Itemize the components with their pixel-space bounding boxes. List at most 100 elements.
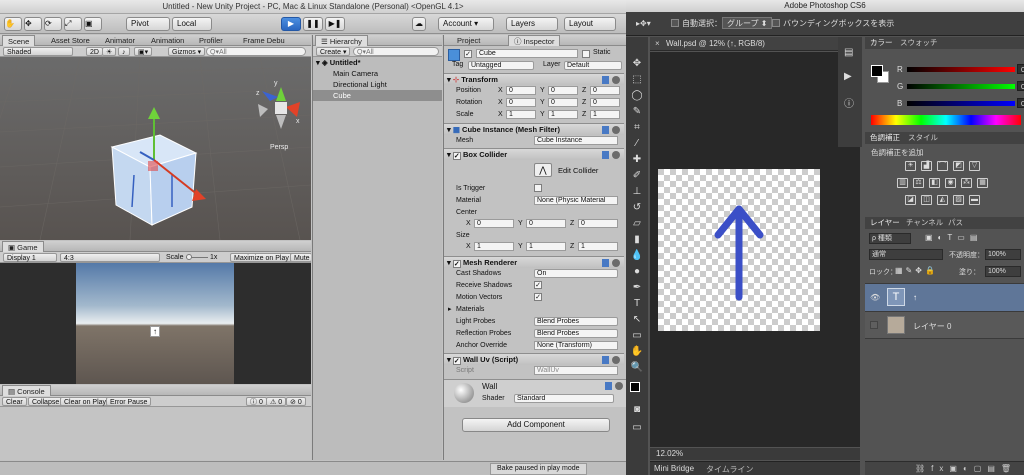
b-value[interactable]: 0 [1017, 98, 1024, 108]
materials-row[interactable]: ▸ Materials [444, 304, 624, 315]
materials-foldout-icon[interactable]: ▸ [448, 304, 452, 315]
path-select-tool-icon[interactable]: ↖ [630, 313, 644, 327]
help-icon[interactable] [602, 151, 609, 159]
add-component-button[interactable]: Add Component [462, 418, 610, 432]
layer-dropdown[interactable]: Default [564, 61, 622, 70]
layer-kind-filter[interactable]: ρ 種類 [869, 233, 911, 244]
color-spectrum-bar[interactable] [871, 115, 1021, 125]
eyedropper-tool-icon[interactable]: ⁄ [630, 137, 644, 151]
pos-z-field[interactable]: 0 [590, 86, 620, 95]
help-icon[interactable] [602, 259, 609, 267]
g-value[interactable]: 0 [1017, 81, 1024, 91]
tab-styles[interactable]: スタイル [905, 132, 941, 143]
pos-x-field[interactable]: 0 [506, 86, 536, 95]
local-button[interactable]: Local [172, 17, 212, 31]
help-icon[interactable] [602, 356, 609, 364]
tab-adjustments[interactable]: 色調補正 [867, 132, 903, 143]
scene-viewport[interactable]: y x z Persp [0, 57, 311, 240]
is-trigger-checkbox[interactable] [534, 184, 542, 192]
cloud-icon[interactable]: ☁ [412, 17, 426, 31]
shading-mode-dropdown[interactable]: Shaded [3, 47, 73, 56]
blur-tool-icon[interactable]: 💧 [630, 249, 644, 263]
pen-tool-icon[interactable]: ✒ [630, 281, 644, 295]
layer-row-text[interactable]: 👁 T ↑ [865, 283, 1024, 311]
gear-icon[interactable] [612, 356, 620, 364]
invert-icon[interactable]: ◪ [905, 195, 916, 205]
object-name-field[interactable]: Cube [476, 49, 578, 58]
timeline-tab[interactable]: タイムライン [706, 464, 753, 475]
layer-footer-icons[interactable]: ⛓fx▣◐▢▤🗑 [915, 464, 1017, 473]
transform-header[interactable]: ▾ ⊹ Transform [444, 73, 624, 85]
crop-tool-icon[interactable]: ⌗ [630, 121, 644, 135]
eraser-tool-icon[interactable]: ▱ [630, 217, 644, 231]
zoom-tool-icon[interactable]: 🔍 [630, 361, 644, 375]
tab-layers[interactable]: レイヤー [867, 217, 903, 228]
history-brush-tool-icon[interactable]: ↺ [630, 201, 644, 215]
quick-select-tool-icon[interactable]: ✎ [630, 105, 644, 119]
tab-channels[interactable]: チャンネル [903, 217, 946, 228]
foreground-color-swatch[interactable] [630, 382, 640, 392]
edit-collider-button[interactable]: ⋀ [534, 163, 552, 177]
scene-search-input[interactable]: Q▾All [206, 47, 306, 56]
gear-icon[interactable] [612, 151, 620, 159]
size-y-field[interactable]: 1 [526, 242, 566, 251]
hand-tool-icon[interactable]: ✋ [630, 345, 644, 359]
color-foreground-swatch[interactable] [871, 65, 883, 77]
gear-icon[interactable] [612, 259, 620, 267]
actions-panel-icon[interactable]: ▶ [844, 71, 852, 82]
curves-icon[interactable]: ⌒ [937, 161, 948, 171]
hierarchy-scene-root[interactable]: ▾ ◈ Untitled* [313, 57, 442, 68]
black-white-icon[interactable]: ◧ [929, 178, 940, 188]
persp-label[interactable]: Persp [270, 144, 288, 151]
opacity-value[interactable]: 100% [985, 249, 1021, 260]
move-tool-icon[interactable]: ✥ [630, 57, 644, 71]
console-collapse-toggle[interactable]: Collapse [28, 397, 64, 406]
healing-tool-icon[interactable]: ✚ [630, 153, 644, 167]
center-x-field[interactable]: 0 [474, 219, 514, 228]
help-icon[interactable] [602, 126, 609, 134]
color-lookup-icon[interactable]: ▦ [977, 178, 988, 188]
tab-hierarchy[interactable]: ☰ Hierarchy [315, 35, 368, 46]
tab-swatches[interactable]: スウォッチ [897, 37, 941, 48]
audio-toggle-icon[interactable]: ♪ [118, 47, 130, 56]
error-count-toggle[interactable]: ⊘ 0 [286, 397, 306, 406]
lock-icons[interactable]: ▦✎✥🔒 [895, 266, 938, 275]
game-view[interactable]: ↑ [76, 263, 234, 384]
tab-asset-store[interactable]: Asset Store [46, 35, 95, 46]
mesh-renderer-enabled-checkbox[interactable]: ✓ [452, 260, 461, 268]
stamp-tool-icon[interactable]: ⊥ [630, 185, 644, 199]
scl-x-field[interactable]: 1 [506, 110, 536, 119]
gear-icon[interactable] [615, 382, 623, 390]
tab-paths[interactable]: パス [945, 217, 966, 228]
info-panel-icon[interactable]: ⓘ [844, 95, 854, 110]
console-clear-button[interactable]: Clear [2, 397, 27, 406]
move-tool-preset-icon[interactable]: ▸✥▾ [636, 19, 651, 28]
r-slider[interactable] [907, 67, 1015, 72]
reflection-probes-dropdown[interactable]: Blend Probes [534, 329, 618, 338]
shader-dropdown[interactable]: Standard [514, 394, 614, 403]
mute-audio-toggle[interactable]: Mute a [290, 253, 311, 262]
auto-select-dropdown[interactable]: グループ ⬍ [722, 17, 773, 29]
2d-toggle[interactable]: 2D [86, 47, 103, 56]
layers-dropdown[interactable]: Layers [506, 17, 558, 31]
tab-animation[interactable]: Animation [146, 35, 189, 46]
close-tab-icon[interactable]: × [655, 39, 660, 48]
display-dropdown[interactable]: Display 1 [3, 253, 57, 262]
tab-game[interactable]: ▣ Game [2, 241, 44, 252]
channel-mixer-icon[interactable]: ⁂ [961, 178, 972, 188]
center-z-field[interactable]: 0 [578, 219, 618, 228]
hierarchy-item-cube[interactable]: Cube [313, 90, 442, 101]
document-canvas-area[interactable] [650, 52, 860, 447]
tab-scene[interactable]: Scene [2, 35, 36, 46]
document-tab[interactable]: × Wall.psd @ 12% (↑, RGB/8) [650, 37, 860, 51]
step-button[interactable]: ▶❚ [325, 17, 345, 31]
posterize-icon[interactable]: ◫ [921, 195, 932, 205]
layer-name[interactable]: レイヤー 0 [913, 321, 951, 332]
bbox-checkbox[interactable] [772, 19, 780, 27]
hierarchy-item-directional-light[interactable]: Directional Light [313, 79, 442, 90]
pivot-button[interactable]: Pivot [126, 17, 170, 31]
fill-value[interactable]: 100% [985, 266, 1021, 277]
rot-z-field[interactable]: 0 [590, 98, 620, 107]
visibility-eye-icon[interactable]: 👁 [870, 293, 880, 302]
receive-shadows-checkbox[interactable]: ✓ [534, 281, 542, 289]
